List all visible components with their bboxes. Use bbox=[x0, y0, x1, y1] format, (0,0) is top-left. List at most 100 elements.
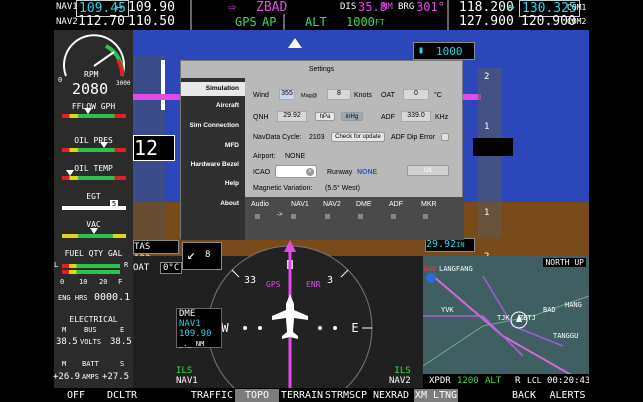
wind-speed-input[interactable]: 8 bbox=[327, 89, 351, 100]
map-orientation[interactable]: NORTH UP bbox=[543, 258, 586, 267]
dme-distance: _._ NM bbox=[179, 340, 205, 348]
nav2-standby-freq[interactable]: 110.50 bbox=[128, 14, 175, 29]
settings-tab-simulation[interactable]: Simulation bbox=[181, 82, 245, 96]
eng-hrs-value: 0000.1 bbox=[94, 292, 131, 303]
softkey-off[interactable]: OFF bbox=[54, 389, 98, 402]
softkey-blank-1[interactable] bbox=[146, 389, 190, 402]
baro-unit: IN bbox=[456, 241, 465, 249]
oat-input[interactable]: 0 bbox=[403, 89, 429, 100]
audio-checkbox[interactable] bbox=[255, 214, 260, 219]
com2-active-freq[interactable]: 127.900 bbox=[459, 14, 514, 29]
xpdr-code[interactable]: 1200 bbox=[457, 374, 479, 388]
softkey-dcltr[interactable]: DCLTR bbox=[100, 389, 144, 402]
settings-tab-about[interactable]: About bbox=[220, 200, 239, 207]
dme-window: DME NAV1 109.90 _._ NM bbox=[176, 308, 222, 348]
clear-icon[interactable]: × bbox=[306, 168, 314, 176]
bus-m-label: M bbox=[62, 326, 67, 334]
local-time: 00:20:43 bbox=[547, 376, 589, 386]
dme-audio-checkbox[interactable] bbox=[358, 214, 363, 219]
nav2-audio-checkbox[interactable] bbox=[325, 214, 330, 219]
softkey-xm-ltng[interactable]: XM LTNG bbox=[414, 389, 458, 402]
vsi-pointer bbox=[473, 138, 513, 156]
fuel-right-label: R bbox=[124, 261, 129, 269]
runway-label: Runway bbox=[327, 169, 353, 176]
softkey-alerts[interactable]: ALERTS bbox=[546, 389, 589, 402]
bus-e-label: E bbox=[120, 326, 125, 334]
batt-s-amps: +27.5 bbox=[102, 372, 130, 382]
wind-direction-input[interactable]: 355 bbox=[279, 89, 295, 100]
nav1-audio-checkbox[interactable] bbox=[291, 214, 296, 219]
softkey-back[interactable]: BACK bbox=[503, 389, 545, 402]
softkey-strmscp[interactable]: STRMSCP bbox=[324, 389, 368, 402]
rpm-scale-min: 0 bbox=[58, 76, 63, 84]
settings-sidebar: Simulation Aircraft Sim Connection MFD H… bbox=[181, 78, 245, 240]
navdata-label: NavData Cycle: bbox=[253, 134, 302, 141]
fuel-left-label: L bbox=[54, 261, 59, 269]
audio-col-audio: Audio bbox=[251, 201, 269, 208]
softkey-blank-2[interactable] bbox=[459, 389, 503, 402]
nav1-standby-freq[interactable]: 109.90 bbox=[128, 0, 175, 15]
airport-value: NONE bbox=[285, 153, 306, 160]
fuel-scale-full: F bbox=[118, 278, 123, 286]
ok-button[interactable]: OK bbox=[407, 165, 449, 176]
baro-setting[interactable]: 29.92IN bbox=[425, 238, 475, 252]
qnh-input[interactable]: 29.92 bbox=[277, 111, 307, 122]
destination-ident: ZBAD bbox=[256, 0, 288, 15]
settings-tab-hardware-bezel[interactable]: Hardware Bezel bbox=[191, 161, 239, 168]
settings-tab-help[interactable]: Help bbox=[225, 180, 239, 187]
check-update-button[interactable]: Check for update bbox=[331, 132, 385, 142]
nav1-swap-arrow[interactable]: ↔ bbox=[115, 0, 123, 15]
svg-text:W: W bbox=[221, 321, 229, 335]
electrical-label: ELECTRICAL bbox=[69, 315, 118, 324]
adf-unit: KHz bbox=[435, 114, 449, 121]
adf-input[interactable]: 339.0 bbox=[401, 111, 431, 122]
volts-label: VOLTS bbox=[80, 338, 102, 346]
adf-dip-checkbox[interactable] bbox=[441, 133, 449, 141]
engine-indication-panel: 0 3000 RPM 2080 FFLOW GPH OIL PRES OIL T… bbox=[53, 30, 133, 388]
qnh-inhg-toggle[interactable]: inHg bbox=[341, 112, 363, 121]
com1-swap-arrow[interactable]: ↔ bbox=[507, 0, 515, 15]
softkey-terrain[interactable]: TERRAIN bbox=[280, 389, 324, 402]
amps-label: AMPS bbox=[82, 373, 99, 381]
lcl-label: LCL bbox=[527, 376, 542, 385]
qnh-hpa-toggle[interactable]: hPa bbox=[315, 112, 335, 121]
ap-label: AP bbox=[262, 15, 277, 29]
bearing-value: 301° bbox=[416, 0, 445, 14]
wind-speed-unit: Knots bbox=[354, 92, 372, 99]
divider bbox=[190, 0, 192, 30]
settings-tab-sim-connection[interactable]: Sim Connection bbox=[190, 122, 239, 129]
rpm-value: 2080 bbox=[72, 80, 109, 98]
map-label-hang: HANG bbox=[565, 301, 582, 309]
softkey-traffic[interactable]: TRAFFIC bbox=[190, 389, 234, 402]
roll-pointer-icon bbox=[288, 38, 302, 48]
softkey-topo[interactable]: TOPO bbox=[235, 389, 279, 402]
adf-audio-checkbox[interactable] bbox=[391, 214, 396, 219]
xpdr-mode[interactable]: ALT bbox=[485, 374, 501, 388]
com1-active-freq[interactable]: 118.200 bbox=[459, 0, 514, 15]
mkr-audio-checkbox[interactable] bbox=[423, 214, 428, 219]
adf-label: ADF bbox=[381, 114, 395, 121]
icao-input[interactable]: × bbox=[275, 165, 317, 178]
inset-map[interactable]: NORTH UP BAD LANGFANG YVK TJK ZBTJ BAD H… bbox=[423, 256, 589, 388]
hsi-compass-rose: N E W 3 33 bbox=[207, 240, 373, 388]
wind-direction-unit: Mag@ bbox=[301, 93, 318, 99]
settings-tab-mfd[interactable]: MFD bbox=[225, 142, 239, 149]
audio-col-nav2: NAV2 bbox=[323, 201, 341, 208]
dme-nav-source: NAV1 bbox=[179, 319, 201, 329]
alt-bug-box[interactable]: ▮ 1000 bbox=[413, 42, 475, 60]
settings-tab-aircraft[interactable]: Aircraft bbox=[216, 102, 239, 109]
icao-label: ICAO bbox=[253, 169, 271, 176]
ils2-nav: NAV2 bbox=[389, 376, 411, 386]
runway-value[interactable]: NONE bbox=[357, 169, 377, 176]
divider bbox=[283, 14, 285, 30]
fuel-scale-0: 0 bbox=[60, 278, 65, 286]
map-footer: XPDR 1200 ALT R LCL 00:20:43 bbox=[423, 374, 589, 388]
magvar-label: Magnetic Variation: bbox=[253, 185, 313, 192]
top-status-bar: NAV1 109.45 ↔ 109.90 NAV2 112.70 110.50 … bbox=[0, 0, 643, 30]
nav2-active-freq[interactable]: 112.70 bbox=[78, 14, 125, 29]
gps-nav-source: GPS bbox=[266, 280, 281, 289]
batt-m-label: M bbox=[62, 360, 67, 368]
fuel-scale-10: 10 bbox=[79, 278, 88, 286]
ils2-indicator: ILS NAV2 bbox=[389, 366, 411, 386]
softkey-nexrad[interactable]: NEXRAD bbox=[369, 389, 413, 402]
